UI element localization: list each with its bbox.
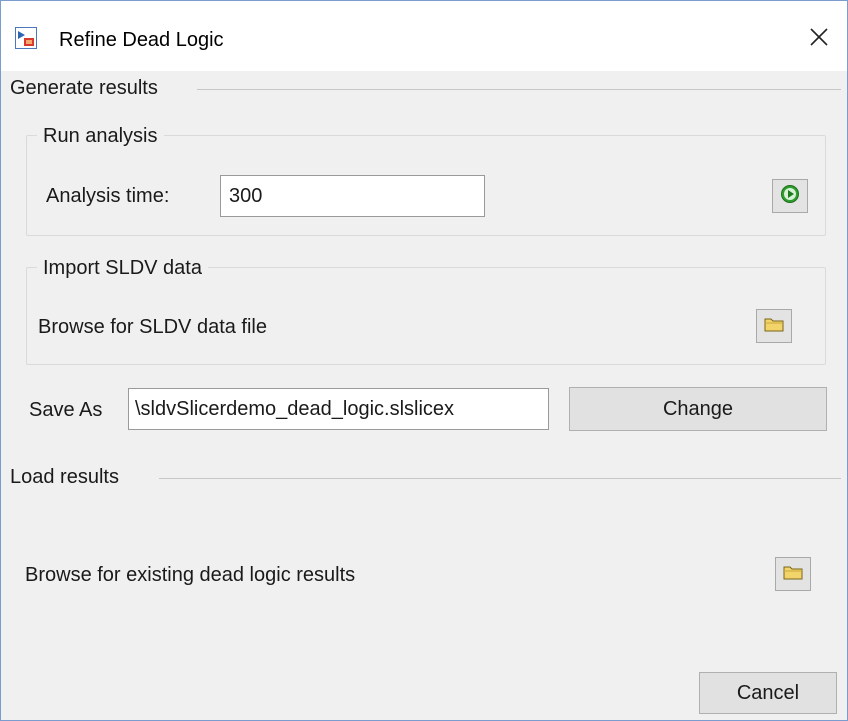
load-section-label: Load results — [10, 466, 127, 489]
import-sldv-label: Import SLDV data — [37, 257, 208, 280]
load-section-divider — [159, 478, 841, 479]
browse-existing-button[interactable] — [775, 557, 811, 591]
generate-section-label: Generate results — [10, 77, 166, 100]
analysis-time-label: Analysis time: — [46, 185, 170, 207]
window-title: Refine Dead Logic — [59, 29, 224, 51]
run-analysis-button[interactable] — [772, 179, 808, 213]
save-as-label: Save As — [29, 399, 103, 421]
folder-icon — [764, 316, 784, 337]
analysis-time-input[interactable]: 300 — [220, 175, 485, 217]
generate-section-divider — [197, 89, 841, 90]
close-icon — [810, 27, 828, 51]
save-as-path-input[interactable]: \sldvSlicerdemo_dead_logic.slslicex — [128, 388, 549, 430]
close-button[interactable] — [797, 19, 841, 59]
model-slicer-icon — [15, 27, 37, 49]
dialog-window: Refine Dead Logic Generate results Run a… — [0, 0, 848, 721]
title-bar: Refine Dead Logic — [1, 1, 847, 71]
cancel-button[interactable]: Cancel — [699, 672, 837, 714]
browse-sldv-label: Browse for SLDV data file — [38, 316, 267, 338]
play-icon — [780, 184, 800, 209]
browse-sldv-button[interactable] — [756, 309, 792, 343]
run-analysis-label: Run analysis — [37, 125, 164, 148]
folder-icon — [783, 564, 803, 585]
browse-existing-label: Browse for existing dead logic results — [25, 564, 356, 586]
change-button[interactable]: Change — [569, 387, 827, 431]
